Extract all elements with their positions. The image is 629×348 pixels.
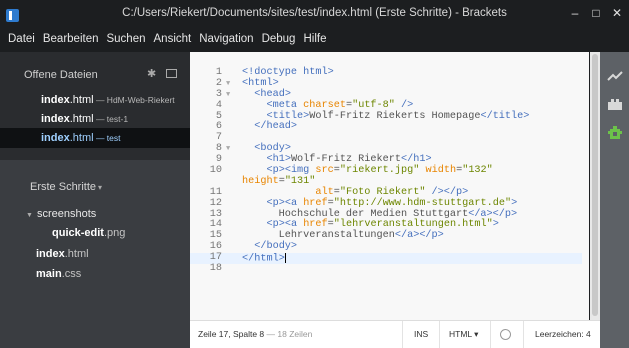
- code-text: </head>: [254, 121, 298, 133]
- language-dropdown[interactable]: HTML ▾: [449, 329, 478, 340]
- window-title: C:/Users/Riekert/Documents/sites/test/in…: [122, 7, 507, 19]
- chevron-down-icon: ▾: [98, 183, 103, 192]
- menu-datei[interactable]: Datei: [4, 30, 39, 52]
- scrollbar-thumb[interactable]: [592, 54, 598, 316]
- line-number: 10: [209, 165, 222, 177]
- code-line[interactable]: 17 </html>: [190, 252, 582, 265]
- status-divider: [402, 321, 403, 348]
- split-view-icon[interactable]: [166, 69, 177, 78]
- menu-debug[interactable]: Debug: [258, 30, 300, 52]
- status-divider: [523, 321, 524, 348]
- working-set-header: Offene Dateien: [24, 69, 98, 81]
- minimize-button[interactable]: –: [566, 4, 584, 22]
- linter-status-icon[interactable]: [500, 329, 511, 340]
- cursor-position[interactable]: Zeile 17, Spalte 8 — 18 Zeilen: [198, 329, 312, 339]
- working-file-item-selected[interactable]: index.html — test: [0, 128, 190, 148]
- tree-folder-screenshots[interactable]: ▼ screenshots: [26, 208, 96, 220]
- project-dropdown[interactable]: Erste Schritte ▾: [30, 181, 102, 193]
- vertical-scrollbar[interactable]: [590, 52, 600, 348]
- code-line[interactable]: 16 </body>: [190, 241, 582, 253]
- working-file-item[interactable]: index.html — HdM-Web-Riekert: [0, 90, 190, 110]
- sidebar: Offene Dateien ✱ index.html — HdM-Web-Ri…: [0, 52, 190, 348]
- extension-icon[interactable]: [607, 126, 623, 140]
- code-line[interactable]: 6 </head>: [190, 122, 582, 133]
- insert-mode-toggle[interactable]: INS: [414, 329, 428, 339]
- code-editor[interactable]: 1 <!doctype html> 2 ▼ <html> 3 ▼ <head> 4 <meta…: [190, 52, 589, 348]
- status-bar: Zeile 17, Spalte 8 — 18 Zeilen INS HTML …: [190, 320, 600, 348]
- fold-arrow-icon[interactable]: ▼: [226, 79, 230, 90]
- line-number: 12: [209, 197, 222, 209]
- line-number: 4: [215, 99, 222, 111]
- menu-suchen[interactable]: Suchen: [102, 30, 149, 52]
- tree-file-quick-edit[interactable]: quick-edit.png: [52, 227, 125, 239]
- gear-icon[interactable]: ✱: [147, 67, 156, 80]
- tree-file-main[interactable]: main.css: [36, 268, 81, 280]
- text-cursor: [284, 253, 286, 264]
- status-divider: [439, 321, 440, 348]
- working-file-item[interactable]: index.html — test-1: [0, 109, 190, 129]
- code-line[interactable]: 18: [190, 263, 582, 275]
- collapse-arrow-icon[interactable]: ▼: [26, 212, 33, 219]
- extension-manager-icon[interactable]: [607, 98, 623, 112]
- maximize-button[interactable]: □: [587, 4, 605, 22]
- menu-bar: Datei Bearbeiten Suchen Ansicht Navigati…: [0, 30, 629, 52]
- tree-file-index[interactable]: index.html: [36, 248, 89, 260]
- working-set: Offene Dateien ✱ index.html — HdM-Web-Ri…: [0, 52, 190, 160]
- menu-ansicht[interactable]: Ansicht: [150, 30, 196, 52]
- menu-navigation[interactable]: Navigation: [195, 30, 257, 52]
- close-button[interactable]: ✕: [608, 4, 626, 22]
- title-bar: C:/Users/Riekert/Documents/sites/test/in…: [0, 0, 629, 30]
- menu-bearbeiten[interactable]: Bearbeiten: [39, 30, 103, 52]
- menu-hilfe[interactable]: Hilfe: [299, 30, 330, 52]
- code-area[interactable]: 1 <!doctype html> 2 ▼ <html> 3 ▼ <head> 4 <meta…: [190, 67, 582, 275]
- status-divider: [490, 321, 491, 348]
- fold-arrow-icon[interactable]: ▼: [226, 90, 230, 101]
- live-preview-icon[interactable]: [607, 70, 623, 84]
- fold-arrow-icon[interactable]: ▼: [226, 144, 230, 155]
- right-toolbar: [600, 52, 629, 348]
- line-number: 18: [209, 263, 222, 275]
- indent-settings[interactable]: Leerzeichen: 4: [535, 329, 591, 339]
- code-text: </body>: [254, 241, 298, 253]
